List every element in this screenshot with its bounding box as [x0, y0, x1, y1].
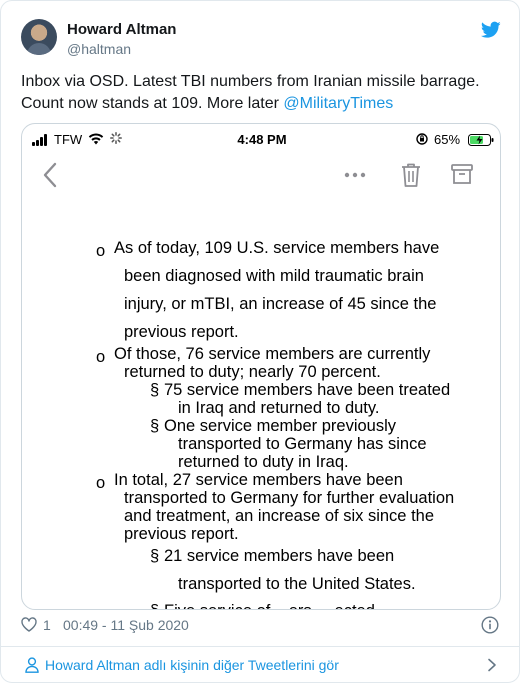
doc-line: transported to Germany for further evalu…	[124, 489, 455, 507]
tweet-header: Howard Altman @haltman	[21, 19, 501, 63]
doc-line: In total, 27 service members have been	[114, 471, 403, 489]
section-marker: §	[150, 417, 160, 435]
bullet-marker: o	[96, 474, 106, 492]
author-handle[interactable]: @haltman	[67, 41, 131, 57]
email-body: o As of today, 109 U.S. service members …	[22, 204, 500, 609]
bullet-marker: o	[96, 242, 106, 260]
rotation-lock-icon	[416, 133, 428, 145]
more-dots-icon[interactable]	[344, 172, 366, 178]
battery-percent: 65%	[434, 132, 461, 147]
section-marker: §	[150, 602, 159, 609]
mail-toolbar	[22, 158, 500, 198]
more-tweets-label[interactable]: Howard Altman adlı kişinin diğer Tweetle…	[45, 657, 339, 673]
mention-link[interactable]: @MilitaryTimes	[283, 95, 393, 112]
doc-line: As of today, 109 U.S. service members ha…	[114, 239, 440, 257]
phone-time: 4:48 PM	[237, 132, 287, 147]
doc-line: in Iraq and returned to duty.	[178, 399, 380, 417]
tweet-image[interactable]: TFW 4:48 PM 65% o As of today, 109 U.S. …	[21, 123, 501, 610]
doc-line: 75 service members have been treated	[164, 381, 451, 399]
doc-line: injury, or mTBI, an increase of 45 since…	[124, 295, 437, 313]
chevron-right-icon[interactable]	[487, 658, 497, 672]
doc-line: previous report.	[124, 525, 239, 543]
twitter-bird-icon[interactable]	[481, 21, 501, 39]
author-name[interactable]: Howard Altman	[67, 21, 176, 38]
info-icon[interactable]	[481, 616, 499, 634]
doc-line: returned to duty; nearly 70 percent.	[124, 363, 381, 381]
heart-icon[interactable]	[21, 617, 37, 632]
tweet-meta: 1 00:49 - 11 Şub 2020	[21, 615, 501, 637]
doc-line: previous report.	[124, 323, 239, 341]
bullet-marker: o	[96, 348, 106, 366]
doc-line: Of those, 76 service members are current…	[114, 345, 431, 363]
tweet-text: Inbox via OSD. Latest TBI numbers from I…	[21, 71, 501, 115]
archive-icon[interactable]	[450, 162, 474, 186]
person-icon	[25, 657, 39, 673]
back-chevron-icon[interactable]	[42, 162, 58, 188]
doc-line: and treatment, an increase of six since …	[124, 507, 435, 525]
section-marker: §	[150, 381, 160, 399]
section-marker: §	[150, 547, 160, 565]
tweet-timestamp[interactable]: 00:49 - 11 Şub 2020	[63, 617, 189, 633]
doc-line: transported to Germany has since	[178, 435, 427, 453]
phone-status-bar: TFW 4:48 PM 65%	[22, 124, 500, 158]
doc-line: Five service of ...ers ... ected	[164, 602, 375, 609]
battery-charging-icon	[468, 134, 494, 146]
doc-line: returned to duty in Iraq.	[178, 453, 349, 471]
doc-line: been diagnosed with mild traumatic brain	[124, 267, 424, 285]
tweet-card: Howard Altman @haltman Inbox via OSD. La…	[0, 0, 520, 683]
doc-line: transported to the United States.	[178, 575, 416, 593]
more-tweets-link[interactable]: Howard Altman adlı kişinin diğer Tweetle…	[1, 647, 519, 682]
like-count: 1	[43, 617, 51, 633]
tweet-body: Inbox via OSD. Latest TBI numbers from I…	[21, 73, 480, 112]
doc-line: 21 service members have been	[164, 547, 395, 565]
doc-line: One service member previously	[164, 417, 396, 435]
trash-icon[interactable]	[400, 162, 422, 188]
avatar[interactable]	[21, 19, 57, 55]
